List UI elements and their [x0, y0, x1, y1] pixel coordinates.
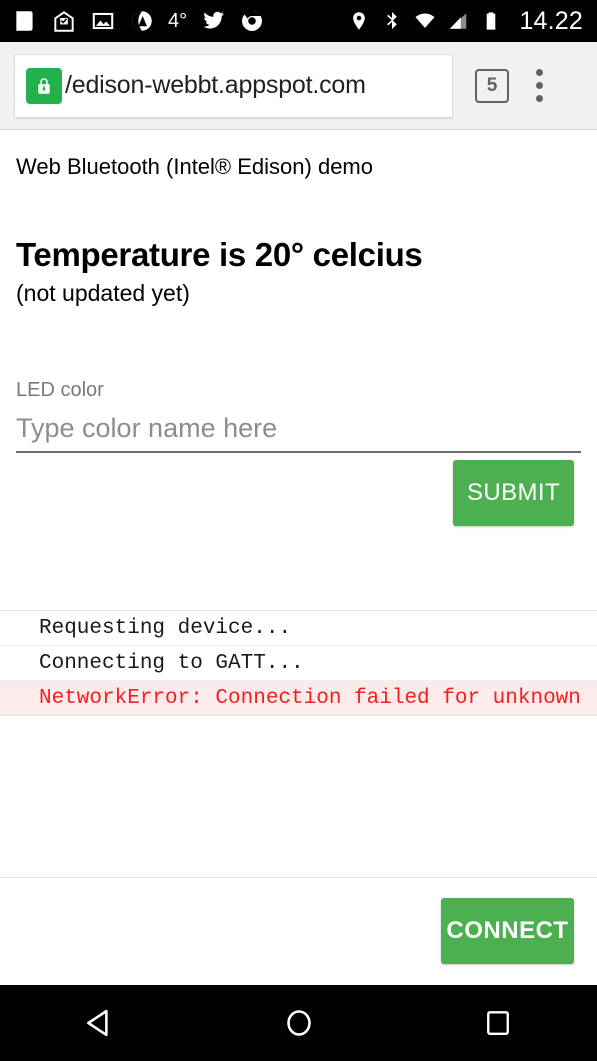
temperature-status-note: (not updated yet) [16, 279, 190, 306]
bluetooth-icon [381, 10, 403, 32]
recents-square-icon[interactable] [398, 985, 597, 1061]
chrome-icon [239, 8, 265, 34]
status-bar-notification-icons: 4° [12, 8, 265, 34]
inbox-mail-icon [51, 8, 77, 34]
android-navigation-bar [0, 985, 597, 1061]
page-title: Web Bluetooth (Intel® Edison) demo [16, 154, 373, 179]
web-page-content: Web Bluetooth (Intel® Edison) demo Tempe… [0, 131, 597, 985]
log-row: Connecting to GATT... [0, 646, 597, 681]
tab-switcher-button[interactable]: 5 [475, 68, 509, 103]
menu-dot [536, 69, 543, 76]
back-triangle-icon[interactable] [0, 985, 199, 1061]
log-row-error: NetworkError: Connection failed for unkn… [0, 681, 597, 716]
phone-screen: 4° 14.22 /edison-webbt.appspot.com 5 Web… [0, 0, 597, 1061]
status-bar-system-icons: 14.22 [348, 6, 583, 35]
log-output-panel: Requesting device... Connecting to GATT.… [0, 610, 597, 878]
android-status-bar: 4° 14.22 [0, 0, 597, 42]
battery-icon [480, 10, 502, 32]
temperature-heading: Temperature is 20° celcius [16, 235, 423, 273]
overflow-menu-icon[interactable] [536, 69, 543, 102]
location-pin-icon [348, 10, 370, 32]
cell-signal-icon [447, 10, 469, 32]
lock-icon[interactable] [26, 67, 62, 104]
browser-toolbar: /edison-webbt.appspot.com 5 [0, 42, 597, 130]
led-color-field: LED color [16, 378, 581, 453]
log-row: Requesting device... [0, 611, 597, 646]
submit-button[interactable]: SUBMIT [453, 460, 574, 526]
photos-image-icon [90, 8, 116, 34]
wifi-icon [414, 10, 436, 32]
status-bar-clock: 14.22 [519, 6, 583, 35]
omnibox-url-bar[interactable]: /edison-webbt.appspot.com [14, 53, 453, 118]
home-circle-icon[interactable] [199, 985, 398, 1061]
weather-temperature-indicator: 4° [168, 10, 188, 32]
app-circle-icon [129, 8, 155, 34]
news-icon [12, 8, 38, 34]
menu-dot [536, 82, 543, 89]
menu-dot [536, 95, 543, 102]
connect-button[interactable]: CONNECT [441, 898, 574, 964]
url-text[interactable]: /edison-webbt.appspot.com [65, 72, 366, 100]
twitter-bird-icon [200, 8, 226, 34]
led-color-label: LED color [16, 379, 104, 401]
led-color-input[interactable] [16, 409, 581, 453]
